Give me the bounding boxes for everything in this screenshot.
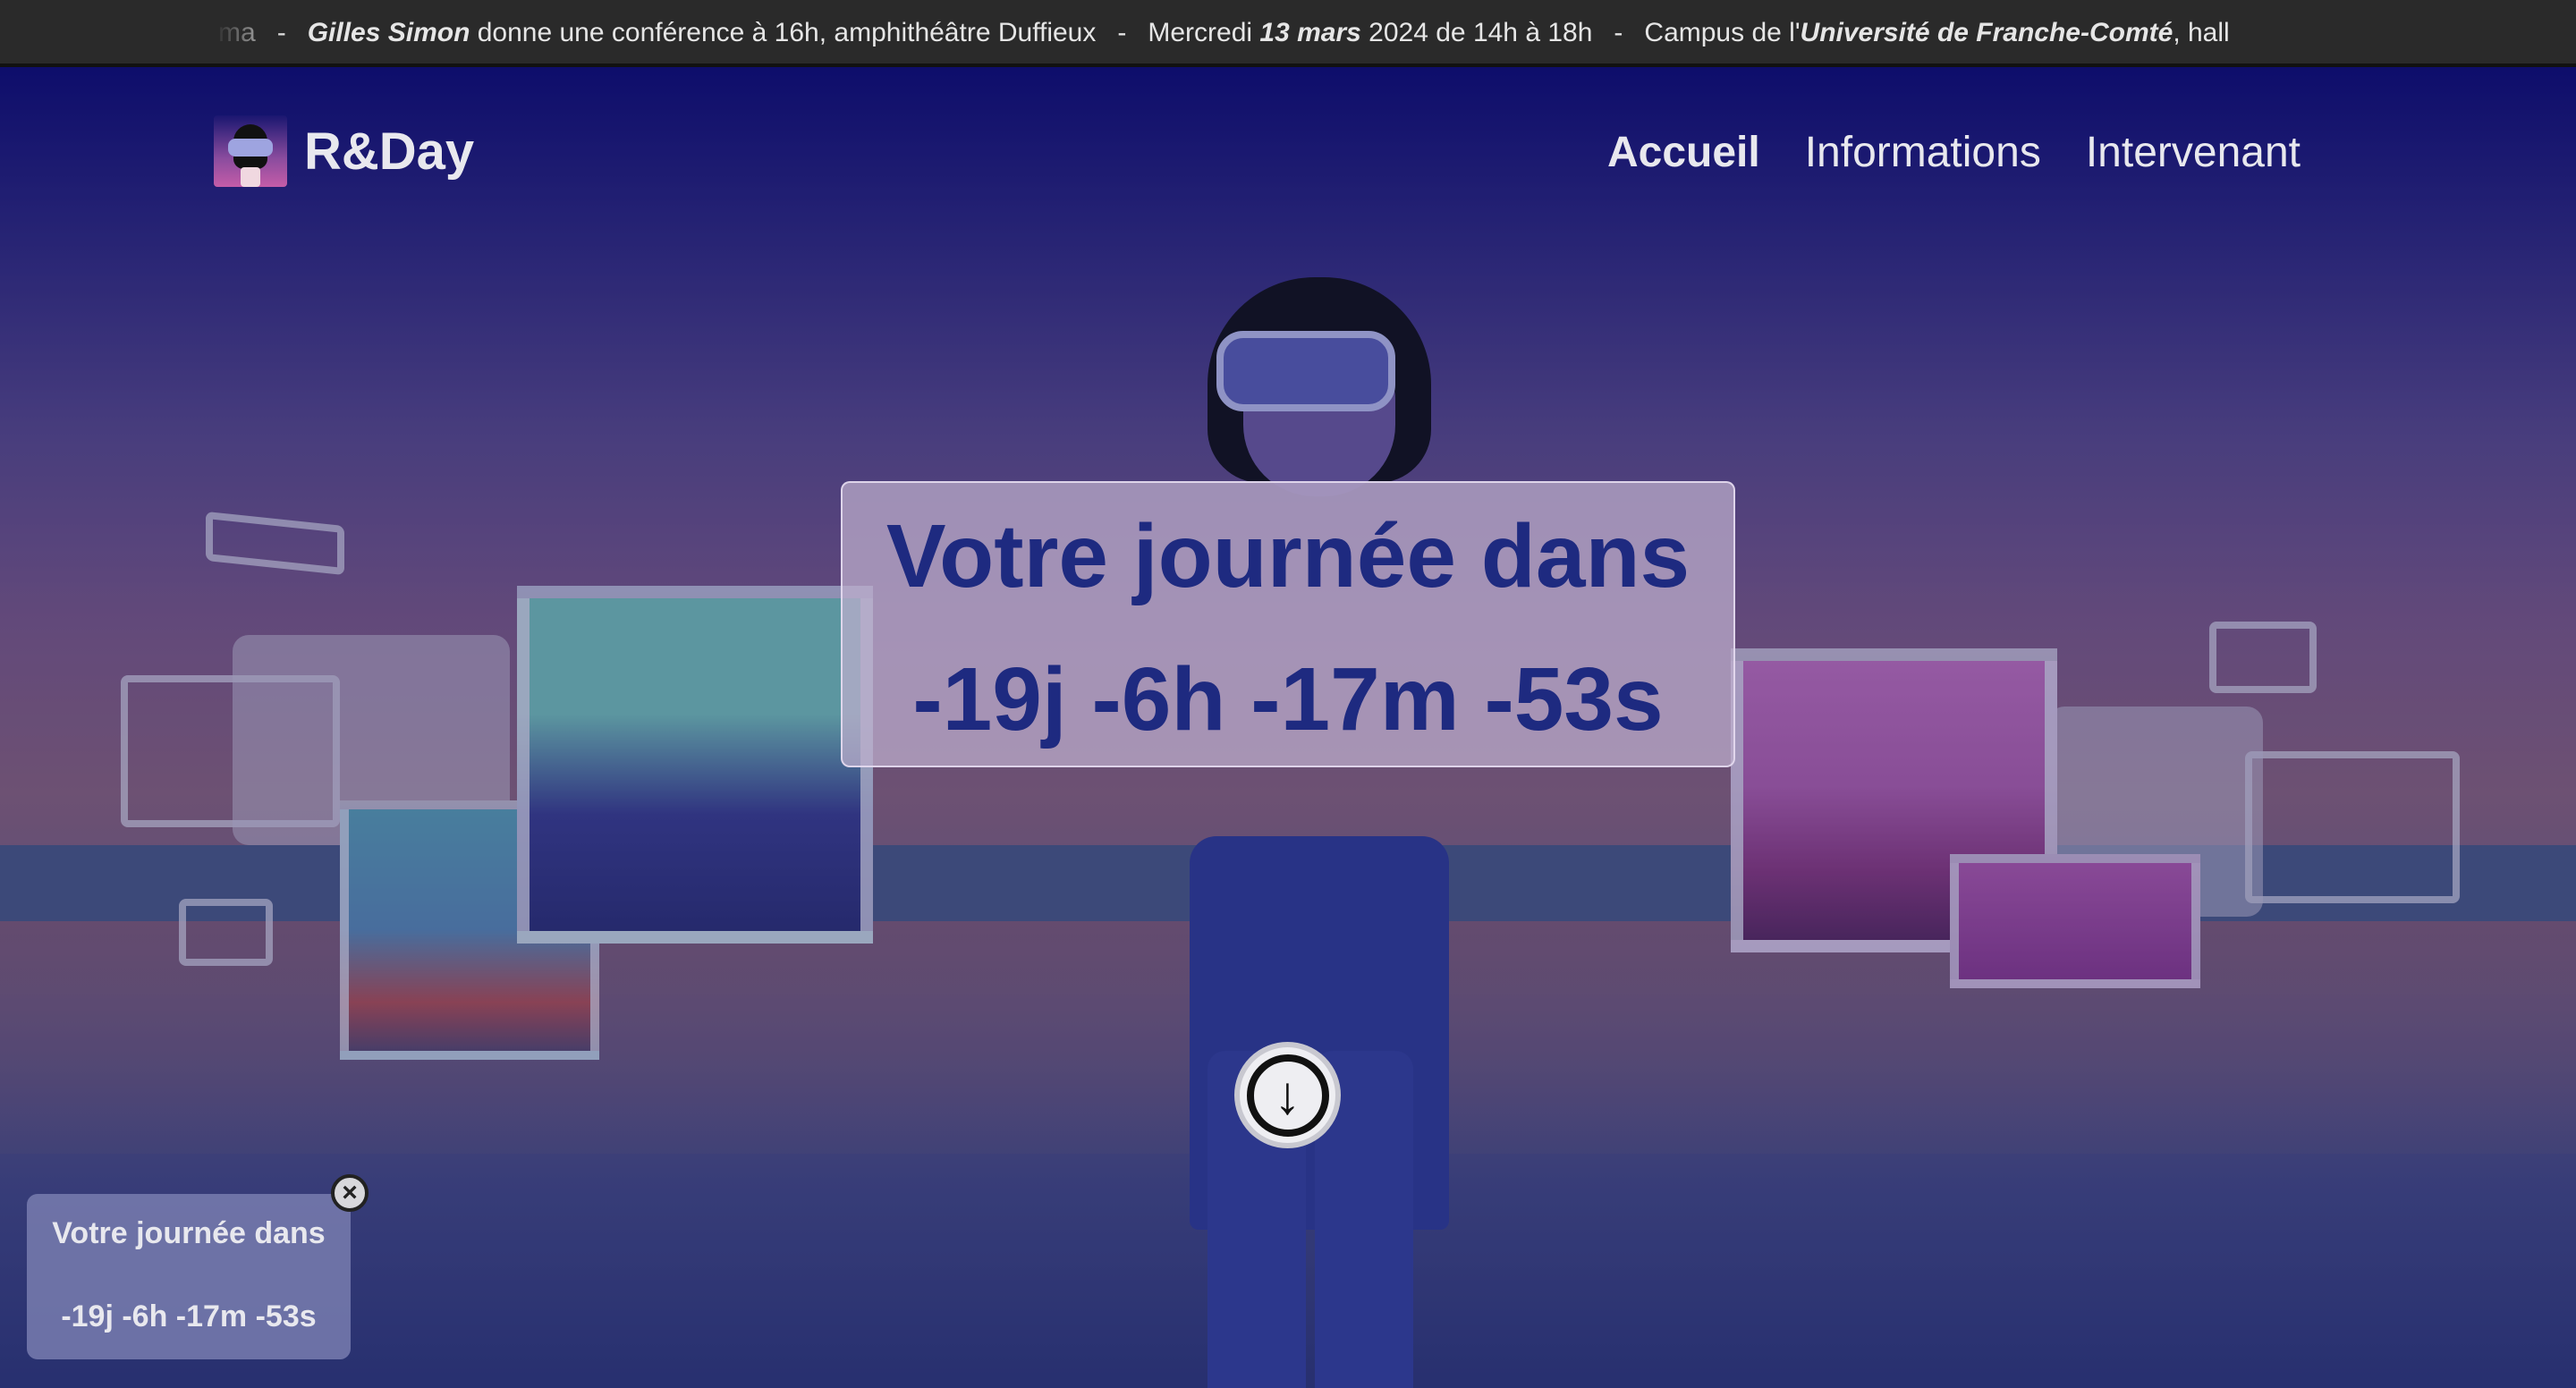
logo-neck — [241, 167, 260, 187]
brand-name[interactable]: R&Day — [304, 122, 474, 182]
arrow-down-circle-icon: ↓ — [1246, 1054, 1329, 1137]
countdown-value: -19j -6h -17m -53s — [912, 649, 1664, 749]
countdown-card: Votre journée dans -19j -6h -17m -53s — [841, 481, 1735, 767]
scroll-down-button[interactable]: ↓ — [1234, 1042, 1341, 1148]
ticker-fade-left — [215, 0, 286, 63]
mini-countdown-title: Votre journée dans — [52, 1216, 326, 1250]
logo-vr-headset-icon — [228, 139, 273, 157]
nav-link-intervenant[interactable]: Intervenant — [2086, 128, 2301, 177]
news-ticker: ma - Gilles Simon donne une conférence à… — [0, 0, 2576, 67]
countdown-title: Votre journée dans — [886, 506, 1690, 606]
ticker-separator: - — [1614, 18, 1623, 47]
ticker-fade-right — [2281, 0, 2388, 63]
close-icon[interactable]: × — [331, 1174, 369, 1212]
ticker-mask-right — [2379, 0, 2576, 63]
mini-countdown-widget: Votre journée dans -19j -6h -17m -53s — [27, 1194, 351, 1359]
brand-logo[interactable] — [214, 115, 287, 187]
ticker-item-3: Campus de l'Université de Franche-Comté,… — [1644, 18, 2230, 47]
main-nav: Accueil Informations Intervenant — [1607, 128, 2301, 177]
nav-link-accueil[interactable]: Accueil — [1607, 128, 1760, 177]
ticker-separator: - — [1117, 18, 1127, 47]
ticker-item-2: Mercredi 13 mars 2024 de 14h à 18h — [1148, 18, 1593, 47]
ticker-track: ma - Gilles Simon donne une conférence à… — [218, 2, 2251, 63]
ticker-mask-left — [0, 0, 215, 63]
ticker-item-1: Gilles Simon donne une conférence à 16h,… — [307, 18, 1097, 47]
nav-link-informations[interactable]: Informations — [1805, 128, 2041, 177]
mini-countdown-value: -19j -6h -17m -53s — [61, 1299, 317, 1333]
